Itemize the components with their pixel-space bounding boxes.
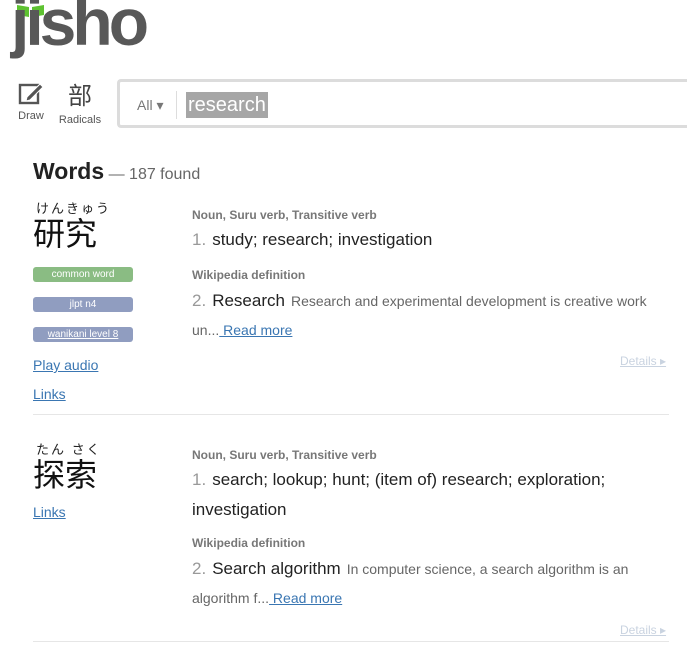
- meaning-text: study; research; investigation: [212, 230, 433, 249]
- tag-jlpt: jlpt n4: [33, 297, 133, 312]
- meaning-number: 1.: [192, 230, 207, 249]
- radical-icon: 部: [68, 82, 92, 110]
- results-count: — 187 found: [108, 166, 201, 183]
- wiki-title: Search algorithm: [212, 559, 341, 578]
- part-of-speech: Noun, Suru verb, Transitive verb: [192, 208, 377, 222]
- jisho-logo[interactable]: jisho: [11, 0, 151, 68]
- links-link[interactable]: Links: [33, 504, 66, 520]
- entry-divider: [33, 414, 669, 415]
- meaning-number: 1.: [192, 470, 207, 489]
- tag-common-word: common word: [33, 267, 133, 282]
- wikipedia-definition: 2. Research Research and experimental deve…: [192, 286, 668, 344]
- results-title: Words: [33, 158, 105, 184]
- wikipedia-definition: 2. Search algorithm In computer science, a…: [192, 554, 668, 612]
- play-audio-link[interactable]: Play audio: [33, 357, 98, 373]
- search-input[interactable]: research: [186, 92, 268, 118]
- search-bar[interactable]: All ▾ research: [117, 79, 687, 128]
- word-kanji: 研究: [33, 215, 98, 253]
- links-link[interactable]: Links: [33, 386, 66, 402]
- meaning: 1. search; lookup; hunt; (item of) resear…: [192, 465, 670, 525]
- language-select[interactable]: All ▾: [137, 97, 163, 114]
- wikipedia-label: Wikipedia definition: [192, 536, 306, 550]
- read-more-link[interactable]: Read more: [269, 590, 342, 606]
- word-kanji: 探索: [33, 456, 98, 494]
- meaning-text: search; lookup; hunt; (item of) research…: [192, 470, 606, 519]
- read-more-link[interactable]: Read more: [219, 322, 292, 338]
- wikipedia-label: Wikipedia definition: [192, 268, 306, 282]
- wiki-title: Research: [212, 291, 285, 310]
- radicals-button[interactable]: 部 Radicals: [56, 82, 104, 126]
- radicals-label: Radicals: [58, 114, 102, 126]
- wiki-number: 2.: [192, 291, 207, 310]
- part-of-speech: Noun, Suru verb, Transitive verb: [192, 448, 377, 462]
- pencil-icon: [18, 83, 44, 105]
- tag-wanikani[interactable]: wanikani level 8: [33, 327, 133, 342]
- search-separator: [176, 91, 177, 119]
- draw-button[interactable]: Draw: [13, 82, 49, 122]
- entry-divider: [33, 641, 669, 642]
- meaning: 1. study; research; investigation: [192, 225, 662, 255]
- draw-label: Draw: [18, 110, 44, 122]
- details-link[interactable]: Details ▸: [620, 354, 666, 368]
- results-header: Words — 187 found: [33, 158, 200, 185]
- wiki-number: 2.: [192, 559, 207, 578]
- details-link[interactable]: Details ▸: [620, 623, 666, 637]
- logo-text: jisho: [11, 0, 149, 59]
